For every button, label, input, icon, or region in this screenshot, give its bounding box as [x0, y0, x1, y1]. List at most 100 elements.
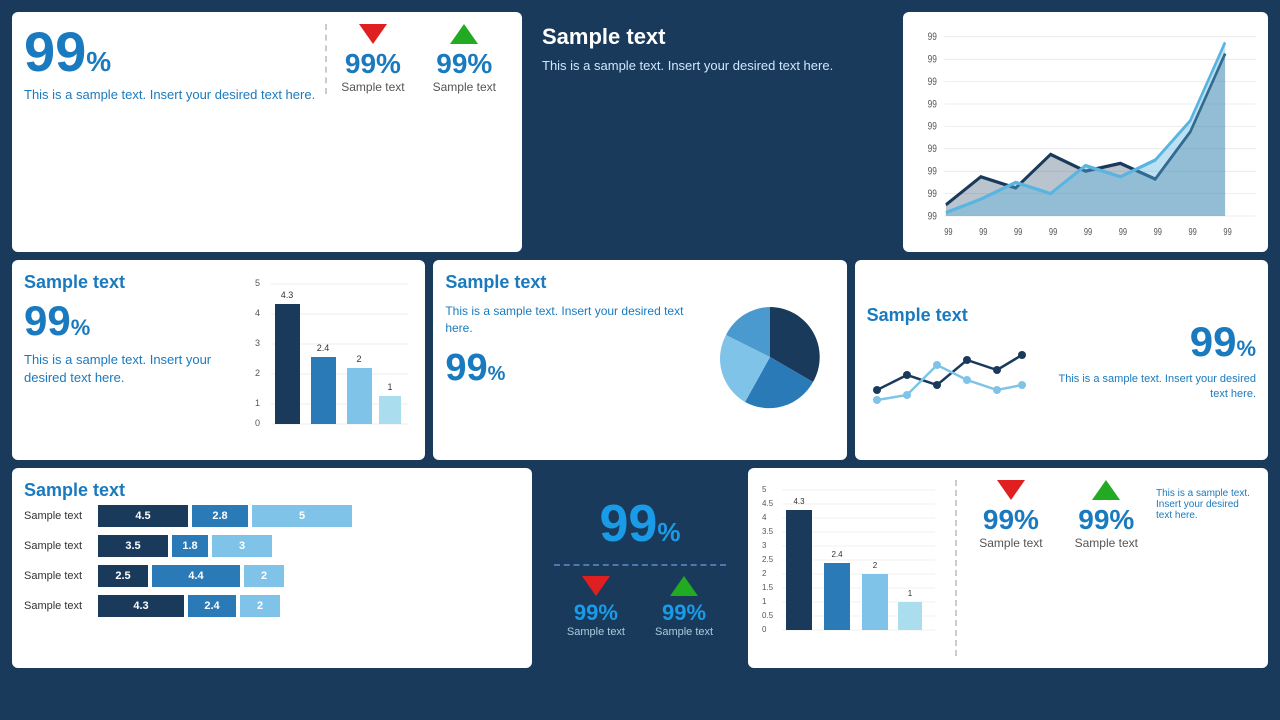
svg-text:2: 2 [762, 569, 767, 578]
card2-3-right: 99% This is a sample text. Insert your d… [1039, 318, 1256, 403]
line-chart-svg: 99 99 99 99 99 99 99 99 99 99 [911, 20, 1260, 244]
card3-3-chart: 5 4.5 4 3.5 3 2.5 2 1.5 1 0.5 0 [760, 480, 947, 656]
dark-stat-1: 99% Sample text [567, 576, 625, 638]
svg-text:2: 2 [357, 354, 362, 364]
hbar-seg4-1: 4.3 [98, 595, 184, 617]
big-stat-suffix: % [86, 46, 111, 77]
card2-3-suffix: % [1236, 336, 1256, 361]
svg-text:99: 99 [928, 165, 938, 177]
card2-title: Sample text [542, 24, 883, 50]
svg-text:99: 99 [928, 76, 938, 88]
stat1-pct: 99% [345, 48, 401, 80]
svg-text:5: 5 [255, 278, 260, 288]
card2-body: This is a sample text. Insert your desir… [542, 56, 883, 76]
pie-chart-wrap [705, 297, 835, 417]
card2-2-content: This is a sample text. Insert your desir… [445, 297, 834, 417]
hbar-row-4: Sample text 4.3 2.4 2 [24, 595, 520, 617]
card3-3-stat1-pct: 99% [983, 504, 1039, 536]
row2: Sample text 99% This is a sample text. I… [12, 260, 1268, 460]
card2-2-left: This is a sample text. Insert your desir… [445, 297, 696, 417]
svg-text:99: 99 [1223, 226, 1231, 237]
hbar-label-3: Sample text [24, 570, 94, 582]
card3-2-suffix: % [657, 517, 680, 547]
svg-text:1: 1 [762, 597, 767, 606]
big-percent: 99% [24, 24, 317, 80]
hbar-label-4: Sample text [24, 600, 94, 612]
hbar-row-2: Sample text 3.5 1.8 3 [24, 535, 520, 557]
dark-stat1-label: Sample text [567, 626, 625, 638]
svg-text:99: 99 [1014, 226, 1022, 237]
svg-text:1: 1 [255, 398, 260, 408]
dark-stat2-label: Sample text [655, 626, 713, 638]
card2-2: Sample text This is a sample text. Inser… [433, 260, 846, 460]
hbar-seg4-2: 2.4 [188, 595, 236, 617]
svg-text:99: 99 [928, 143, 938, 155]
card3-2-pct: 99 [600, 495, 658, 553]
hbar-seg1-3: 5 [252, 505, 352, 527]
big-stat-value: 99 [24, 20, 86, 83]
svg-text:99: 99 [928, 210, 938, 222]
svg-text:4: 4 [762, 513, 767, 522]
hbar-seg2-3: 3 [212, 535, 272, 557]
dark-stat2-pct: 99% [662, 600, 706, 626]
dark-stat1-pct: 99% [574, 600, 618, 626]
svg-text:2.4: 2.4 [831, 550, 843, 559]
svg-text:99: 99 [1049, 226, 1057, 237]
hbar-chart: Sample text 4.5 2.8 5 Sample text 3.5 1.… [24, 505, 520, 617]
svg-text:1: 1 [908, 589, 913, 598]
svg-text:3.5: 3.5 [762, 527, 774, 536]
card1-3: 99 99 99 99 99 99 99 99 99 99 [903, 12, 1268, 252]
card3-3-right: 99% Sample text 99% Sample text This is … [955, 480, 1256, 656]
hbar-seg2-1: 3.5 [98, 535, 168, 557]
row3: Sample text Sample text 4.5 2.8 5 Sample… [12, 468, 1268, 668]
card2-1-pct: 99 [24, 297, 71, 344]
mini-line-chart-svg [867, 330, 1027, 410]
card1-left: 99% This is a sample text. Insert your d… [24, 24, 325, 104]
card3-2: 99% 99% Sample text 99% Sample text [540, 468, 740, 668]
card2-1-title: Sample text [24, 272, 245, 293]
arrow-up-icon [450, 24, 478, 44]
card1-sample-text: This is a sample text. Insert your desir… [24, 86, 317, 104]
svg-text:2: 2 [255, 368, 260, 378]
svg-text:99: 99 [1189, 226, 1197, 237]
svg-text:1.5: 1.5 [762, 583, 774, 592]
hbar-seg3-2: 4.4 [152, 565, 240, 587]
bar-chart2-svg: 5 4.5 4 3.5 3 2.5 2 1.5 1 0.5 0 [760, 480, 940, 650]
hbar-label-1: Sample text [24, 510, 94, 522]
pie-chart-svg [710, 297, 830, 417]
svg-text:99: 99 [928, 53, 938, 65]
hbar-seg3-3: 2 [244, 565, 284, 587]
svg-text:99: 99 [1119, 226, 1127, 237]
hbar-row-1: Sample text 4.5 2.8 5 [24, 505, 520, 527]
card3-1: Sample text Sample text 4.5 2.8 5 Sample… [12, 468, 532, 668]
svg-text:2.4: 2.4 [317, 343, 330, 353]
card1-1: 99% This is a sample text. Insert your d… [12, 12, 522, 252]
svg-text:2.5: 2.5 [762, 555, 774, 564]
svg-text:3: 3 [762, 541, 767, 550]
svg-text:99: 99 [979, 226, 987, 237]
dark-arrow-up-icon [670, 576, 698, 596]
svg-text:99: 99 [944, 226, 952, 237]
hbar-seg3-1: 2.5 [98, 565, 148, 587]
card3-2-pct-wrap: 99% [600, 498, 681, 550]
card3-3-sample-text: This is a sample text. Insert your desir… [1156, 488, 1256, 656]
dark-arrows: 99% Sample text 99% Sample text [554, 564, 726, 638]
card2-3: Sample text [855, 260, 1268, 460]
svg-text:99: 99 [928, 98, 938, 110]
dashboard: 99% This is a sample text. Insert your d… [12, 12, 1268, 708]
stat1-label: Sample text [341, 80, 404, 94]
svg-text:0: 0 [255, 418, 260, 428]
svg-text:4.3: 4.3 [281, 290, 294, 300]
row1: 99% This is a sample text. Insert your d… [12, 12, 1268, 252]
dark-arrow-down-icon [582, 576, 610, 596]
svg-text:3: 3 [255, 338, 260, 348]
dark-stat-2: 99% Sample text [655, 576, 713, 638]
svg-text:0: 0 [762, 625, 767, 634]
hbar-label-2: Sample text [24, 540, 94, 552]
hbar-seg4-3: 2 [240, 595, 280, 617]
card2-2-title: Sample text [445, 272, 834, 293]
svg-text:99: 99 [1084, 226, 1092, 237]
hbar-row-3: Sample text 2.5 4.4 2 [24, 565, 520, 587]
card2-1-text: This is a sample text. Insert your desir… [24, 351, 245, 387]
svg-text:4.3: 4.3 [793, 497, 805, 506]
